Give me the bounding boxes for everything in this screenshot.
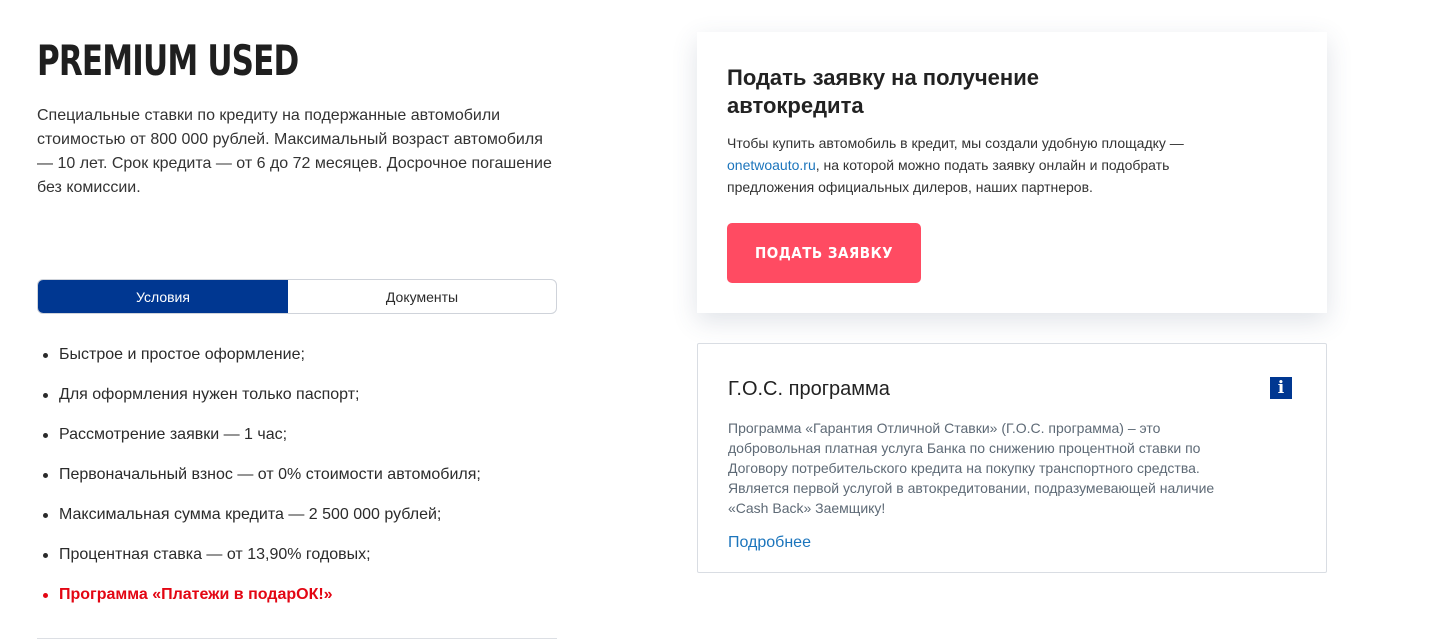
apply-card-title: Подать заявку на получение автокредита xyxy=(727,65,1039,118)
promo-program-link[interactable]: Программа «Платежи в подарОК!» xyxy=(37,582,557,622)
tab-documents[interactable]: Документы xyxy=(288,280,556,313)
gos-card-title: Г.О.С. программа xyxy=(728,378,890,400)
list-item: Быстрое и простое оформление; xyxy=(37,342,557,382)
list-item: Процентная ставка — от 13,90% годовых; xyxy=(37,542,557,582)
tab-bar: Условия Документы xyxy=(37,279,557,314)
apply-card-text: Чтобы купить автомобиль в кредит, мы соз… xyxy=(727,132,1187,198)
divider xyxy=(37,638,557,639)
list-item: Для оформления нужен только паспорт; xyxy=(37,382,557,422)
apply-button[interactable]: ПОДАТЬ ЗАЯВКУ xyxy=(727,223,921,283)
apply-card: Подать заявку на получение автокредита Ч… xyxy=(697,32,1327,313)
list-item: Первоначальный взнос — от 0% стоимости а… xyxy=(37,462,557,502)
gos-program-card: Г.О.С. программа i Программа «Гарантия О… xyxy=(697,343,1327,573)
list-item: Максимальная сумма кредита — 2 500 000 р… xyxy=(37,502,557,542)
page-title: PREMIUM USED xyxy=(37,36,299,85)
info-icon[interactable]: i xyxy=(1270,377,1292,399)
more-link[interactable]: Подробнее xyxy=(728,534,811,552)
product-description: Специальные ставки по кредиту на подержа… xyxy=(37,107,552,196)
apply-text-start: Чтобы купить автомобиль в кредит, мы соз… xyxy=(727,135,1184,151)
list-item: Рассмотрение заявки — 1 час; xyxy=(37,422,557,462)
tab-conditions[interactable]: Условия xyxy=(38,280,288,313)
product-header: PREMIUM USED Специальные ставки по креди… xyxy=(37,36,557,200)
conditions-list: Быстрое и простое оформление; Для оформл… xyxy=(37,342,557,622)
onetwoauto-link[interactable]: onetwoauto.ru xyxy=(727,157,816,173)
gos-card-text: Программа «Гарантия Отличной Ставки» (Г.… xyxy=(728,420,1215,516)
